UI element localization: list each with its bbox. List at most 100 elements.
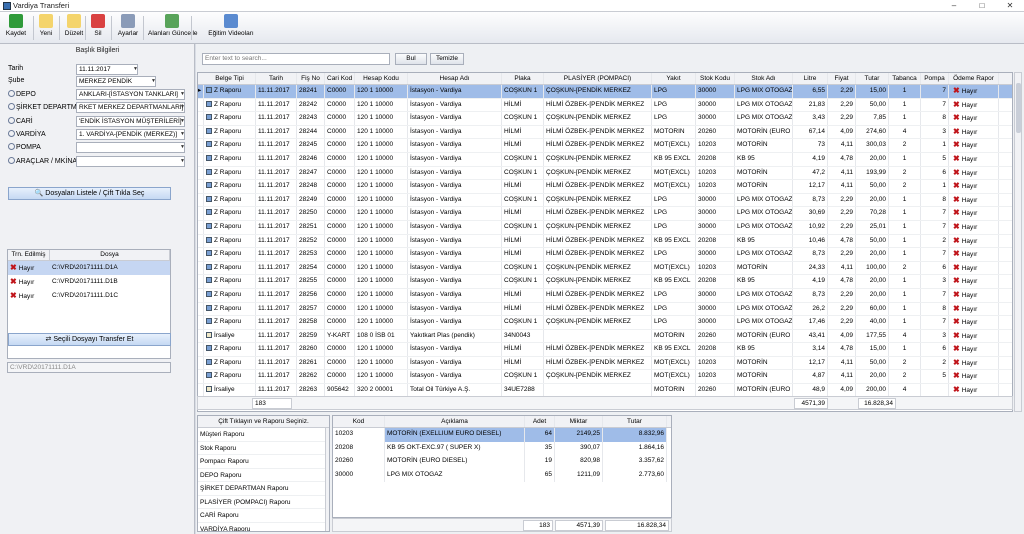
summary-header-cell[interactable]: Adet	[525, 416, 555, 427]
field-label[interactable]: DEPO	[8, 90, 36, 98]
table-row[interactable]: Z Raporu 11.11.2017 28252 C0000 120 1 10000 İ…	[198, 234, 1012, 249]
table-row[interactable]: Z Raporu 11.11.2017 28248 C0000 120 1 10000 İ…	[198, 180, 1012, 194]
summary-row[interactable]: 20260 MOTORİN (EURO DIESEL) 19 820,98 3.357,…	[333, 455, 671, 469]
grid-scrollbar[interactable]	[1014, 72, 1022, 412]
summary-row[interactable]: 30000 LPG MIX OTOGAZ 65 1211,09 2.773,60	[333, 468, 671, 482]
chevron-down-icon[interactable]: ▼	[180, 118, 185, 124]
field-label[interactable]: CARİ	[8, 117, 33, 125]
table-row[interactable]: Z Raporu 11.11.2017 28258 C0000 120 1 10000 İ…	[198, 316, 1012, 330]
table-row[interactable]: Z Raporu 11.11.2017 28260 C0000 120 1 10000 İ…	[198, 343, 1012, 357]
table-row[interactable]: Z Raporu 11.11.2017 28245 C0000 120 1 10000 İ…	[198, 139, 1012, 153]
toolbar-button-update-fields[interactable]: Alanları Güncelle	[148, 14, 198, 43]
table-row[interactable]: Z Raporu 11.11.2017 28251 C0000 120 1 10000 İ…	[198, 220, 1012, 235]
summary-header-cell[interactable]: Kod	[333, 416, 385, 427]
field-label[interactable]: POMPA	[8, 143, 41, 151]
summary-row[interactable]: 20208 KB 95 OKT-EXC.97 ( SUPER X) 35 390,07…	[333, 441, 671, 455]
grid-header-cell[interactable]: Stok Adı	[735, 73, 793, 84]
file-row[interactable]: ✖ Hayır C:\VRD\20171111.D1C	[8, 289, 170, 303]
toolbar-button-check[interactable]: Kaydet	[2, 14, 30, 43]
grid-header-cell[interactable]: Belge Tipi	[204, 73, 256, 84]
toolbar-button-video[interactable]: Eğitim Videoları	[198, 14, 264, 43]
table-row[interactable]: Z Raporu 11.11.2017 28242 C0000 120 1 10000 İ…	[198, 98, 1012, 113]
clear-button[interactable]: Temizle	[430, 53, 464, 65]
scrollbar-thumb[interactable]	[1016, 83, 1021, 133]
table-row[interactable]: Z Raporu 11.11.2017 28255 C0000 120 1 10000 İ…	[198, 275, 1012, 289]
field-label[interactable]: ARAÇLAR / MKİNA	[8, 157, 77, 165]
grid-header-cell[interactable]: Litre	[793, 73, 828, 84]
field-input[interactable]	[76, 156, 185, 167]
table-row[interactable]: Z Raporu 11.11.2017 28256 C0000 120 1 10000 İ…	[198, 288, 1012, 303]
field-label[interactable]: VARDİYA	[8, 130, 46, 138]
field-input[interactable]: MERKEZ PENDİK	[76, 76, 156, 87]
table-row[interactable]: ▸ Z Raporu 11.11.2017 28241 C0000 120 1 10000…	[198, 85, 1012, 99]
grid-header-cell[interactable]: Yakıt	[652, 73, 696, 84]
grid-header-cell[interactable]: Tabanca	[889, 73, 921, 84]
close-button[interactable]: ✕	[996, 0, 1024, 11]
find-button[interactable]: Bul	[395, 53, 427, 65]
table-row[interactable]: Z Raporu 11.11.2017 28254 C0000 120 1 10000 İ…	[198, 261, 1012, 276]
field-input[interactable]: 'ENDİK İSTASYON MÜŞTERİLERİ]	[76, 116, 185, 127]
field-input[interactable]: 11.11.2017	[76, 64, 138, 75]
report-item[interactable]: CARİ Raporu	[198, 509, 329, 523]
summary-header-cell[interactable]: Açıklama	[385, 416, 525, 427]
reports-scrollbar[interactable]	[325, 428, 329, 531]
table-row[interactable]: Z Raporu 11.11.2017 28249 C0000 120 1 10000 İ…	[198, 193, 1012, 208]
grid-header-cell[interactable]: Hesap Kodu	[355, 73, 408, 84]
report-item[interactable]: DEPO Raporu	[198, 469, 329, 482]
grid-header-cell[interactable]: Plaka	[502, 73, 544, 84]
table-row[interactable]: Z Raporu 11.11.2017 28250 C0000 120 1 10000 İ…	[198, 207, 1012, 221]
grid-header-cell[interactable]: Pompa	[921, 73, 949, 84]
report-item[interactable]: ŞİRKET DEPARTMAN Raporu	[198, 482, 329, 496]
table-row[interactable]: Z Raporu 11.11.2017 28244 C0000 120 1 10000 İ…	[198, 125, 1012, 140]
field-input[interactable]	[76, 142, 185, 153]
report-item[interactable]: Pompacı Raporu	[198, 455, 329, 469]
grid-header-cell[interactable]: Fiyat	[828, 73, 856, 84]
toolbar-button-delete[interactable]: Sil	[88, 14, 108, 43]
table-row[interactable]: Z Raporu 11.11.2017 28243 C0000 120 1 10000 İ…	[198, 112, 1012, 126]
grid-header-cell[interactable]: Fiş No	[297, 73, 325, 84]
table-row[interactable]: Z Raporu 11.11.2017 28253 C0000 120 1 10000 İ…	[198, 248, 1012, 262]
field-label[interactable]: ŞİRKET DEPARTMA	[8, 103, 81, 111]
toolbar-button-edit[interactable]: Düzelt	[62, 14, 86, 43]
table-row[interactable]: Z Raporu 11.11.2017 28262 C0000 120 1 10000 İ…	[198, 370, 1012, 385]
table-row[interactable]: Z Raporu 11.11.2017 28257 C0000 120 1 10000 İ…	[198, 302, 1012, 317]
field-input[interactable]: ANKLARI-[İSTASYON TANKLARI]	[76, 89, 185, 100]
chevron-down-icon[interactable]: ▼	[133, 66, 138, 72]
chevron-down-icon[interactable]: ▼	[180, 144, 185, 150]
grid-header-cell[interactable]: Tarih	[256, 73, 297, 84]
table-row[interactable]: Z Raporu 11.11.2017 28246 C0000 120 1 10000 İ…	[198, 152, 1012, 167]
report-item[interactable]: VARDİYA Raporu	[198, 523, 329, 532]
chevron-down-icon[interactable]: ▼	[151, 78, 156, 84]
table-row[interactable]: İrsaliye 11.11.2017 28259 Y-KART 108 0 İSB 0…	[198, 329, 1012, 344]
maximize-button[interactable]: □	[968, 0, 996, 11]
list-files-button[interactable]: 🔍 Dosyaları Listele / Çift Tıkla Seç	[8, 187, 171, 200]
report-item[interactable]: Stok Raporu	[198, 442, 329, 455]
transfer-button[interactable]: ⇄ Seçili Dosyayı Transfer Et	[8, 333, 171, 346]
chevron-down-icon[interactable]: ▼	[180, 104, 185, 110]
table-row[interactable]: Z Raporu 11.11.2017 28261 C0000 120 1 10000 İ…	[198, 356, 1012, 371]
chevron-down-icon[interactable]: ▼	[180, 91, 185, 97]
file-row[interactable]: ✖ Hayır C:\VRD\20171111.D1A	[8, 261, 170, 275]
grid-header-cell[interactable]: Cari Kod	[325, 73, 355, 84]
grid-header-cell[interactable]: PLASİYER (POMPACI)	[544, 73, 652, 84]
summary-header-cell[interactable]: Tutar	[603, 416, 667, 427]
field-input[interactable]: 1. VARDİYA-[PENDİK (MERKEZ)]	[76, 129, 185, 140]
chevron-down-icon[interactable]: ▼	[180, 158, 185, 164]
document-icon	[206, 331, 212, 338]
grid-header-cell[interactable]: Hesap Adı	[408, 73, 502, 84]
search-input[interactable]: Enter text to search...	[202, 53, 390, 65]
grid-header-cell[interactable]: Tutar	[856, 73, 889, 84]
summary-row[interactable]: 10203 MOTORİN (EXELLIUM EURO DIESEL) 64 214…	[333, 428, 671, 442]
grid-header-cell[interactable]: Stok Kodu	[696, 73, 735, 84]
file-row[interactable]: ✖ Hayır C:\VRD\20171111.D1B	[8, 275, 170, 289]
toolbar-button-new-document[interactable]: Yeni	[35, 14, 57, 43]
field-input[interactable]: RKET MERKEZ DEPARTMANLARI]	[76, 102, 185, 113]
report-item[interactable]: Müşteri Raporu	[198, 428, 329, 442]
table-row[interactable]: Z Raporu 11.11.2017 28247 C0000 120 1 10000 İ…	[198, 166, 1012, 181]
toolbar-button-settings[interactable]: Ayarlar	[114, 14, 142, 43]
minimize-button[interactable]: –	[940, 0, 968, 11]
chevron-down-icon[interactable]: ▼	[180, 131, 185, 137]
report-item[interactable]: PLASİYER (POMPACI) Raporu	[198, 496, 329, 509]
grid-header-cell[interactable]: Ödeme Rapor	[949, 73, 999, 84]
summary-header-cell[interactable]: Miktar	[555, 416, 603, 427]
